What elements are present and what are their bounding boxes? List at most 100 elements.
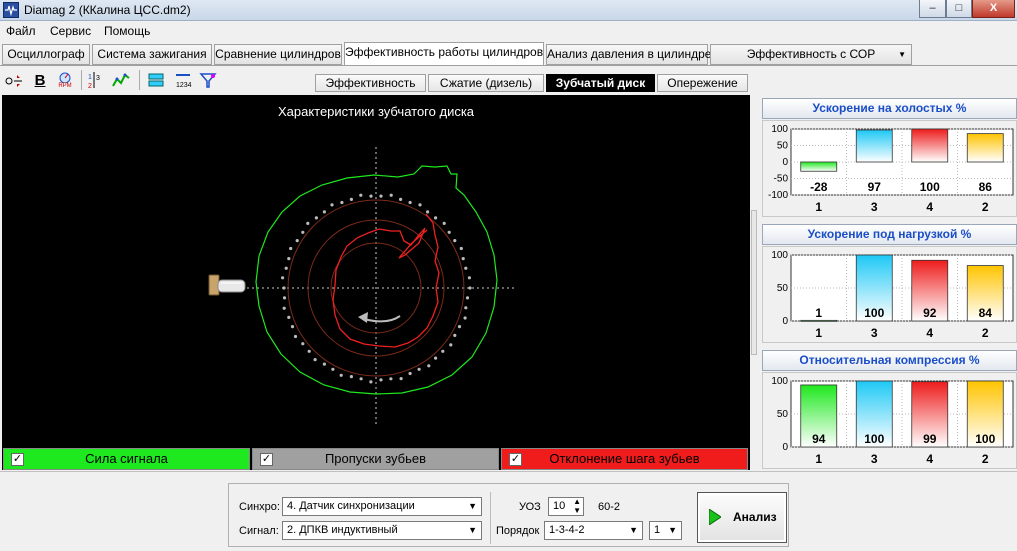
y-tick-label: -50 (774, 174, 789, 185)
compression-chart: 100 50 0 94 1 100 3 99 4 100 2 (771, 376, 1014, 466)
y-tick-label: 50 (777, 283, 789, 294)
numbering-icon[interactable]: 1234 (173, 70, 193, 90)
sort-numbers-icon[interactable]: 1 23 (86, 70, 106, 90)
tooth-gaps-checkbox[interactable]: ✓ (260, 453, 273, 466)
subtab-advance[interactable]: Опережение (657, 74, 748, 92)
tooth-dot (330, 203, 334, 207)
disk-diagram (208, 147, 517, 425)
signal-select-value: 2. ДПКВ индуктивный (287, 524, 398, 536)
tooth-dot (408, 371, 412, 376)
tooth-dot (322, 210, 326, 214)
subtab-efficiency[interactable]: Эффективность (315, 74, 426, 92)
chevron-down-icon: ▼ (668, 525, 677, 535)
tooth-dot (442, 221, 446, 225)
signal-select[interactable]: 2. ДПКВ индуктивный ▼ (282, 521, 482, 540)
legend-pitch-deviation[interactable]: ✓ Отклонение шага зубьев (501, 448, 748, 470)
minimize-button[interactable]: – (919, 0, 946, 18)
subtab-toothed-disk[interactable]: Зубчатый диск (546, 74, 655, 92)
filter-icon[interactable] (198, 70, 218, 90)
sync-label: Синхро: (239, 501, 280, 513)
y-tick-label: 0 (782, 157, 788, 168)
svg-text:1234: 1234 (176, 82, 192, 89)
tab-pressure-analysis[interactable]: Анализ давления в цилиндре (546, 44, 711, 65)
rpm-icon[interactable]: RPM (55, 70, 75, 90)
bar-value-label: 97 (868, 180, 882, 194)
cylinder-label: 3 (871, 326, 878, 340)
order-select-value: 1-3-4-2 (549, 524, 585, 536)
bar-value-label: 100 (920, 180, 940, 194)
subtab-compression[interactable]: Сжатие (дизель) (428, 74, 544, 92)
bar-value-label: 1 (815, 306, 822, 320)
tooth-dot (434, 216, 438, 220)
sync-select[interactable]: 4. Датчик синхронизации ▼ (282, 497, 482, 516)
cylinder-label: 2 (982, 200, 989, 214)
cylinder-select[interactable]: 1 ▼ (649, 521, 682, 540)
tooth-dot (301, 230, 305, 234)
tooth-dot (301, 342, 305, 346)
tooth-dot (389, 377, 393, 381)
bar-value-label: 100 (864, 432, 884, 446)
legend-tooth-gaps[interactable]: ✓ Пропуски зубьев (252, 448, 499, 470)
chevron-down-icon: ▼ (468, 525, 477, 535)
tooth-dot (379, 194, 383, 198)
svg-text:3: 3 (96, 75, 100, 82)
vertical-splitter[interactable] (751, 210, 757, 355)
panel-title-idle-accel: Ускорение на холостых % (762, 98, 1017, 119)
tooth-dot (290, 325, 295, 329)
tooth-dot (399, 197, 403, 201)
tooth-dot (465, 296, 470, 300)
tooth-dot (339, 373, 343, 377)
step-icon[interactable] (4, 70, 24, 90)
menu-bar: Файл Сервис Помощь (0, 21, 1017, 41)
network-icon[interactable] (146, 70, 166, 90)
tooth-dot (459, 246, 463, 251)
pitch-deviation-checkbox[interactable]: ✓ (509, 453, 522, 466)
menu-service[interactable]: Сервис (50, 24, 91, 38)
tooth-pitch-deviation-trace (332, 213, 440, 348)
bar-cyl-4 (911, 128, 949, 163)
tooth-dot (289, 246, 293, 251)
bar-value-label: 100 (864, 306, 884, 320)
tab-ignition[interactable]: Система зажигания (92, 44, 212, 65)
curve-icon[interactable] (111, 70, 131, 90)
menu-file[interactable]: Файл (6, 24, 36, 38)
menu-help[interactable]: Помощь (104, 24, 150, 38)
close-button[interactable]: X (972, 0, 1015, 18)
tab-cylinder-efficiency[interactable]: Эффективность работы цилиндров (344, 42, 544, 66)
order-select[interactable]: 1-3-4-2 ▼ (544, 521, 643, 540)
analyze-button[interactable]: Анализ (697, 492, 787, 543)
chevron-down-icon: ▼ (468, 501, 477, 511)
rpm-label: RPM (58, 83, 72, 89)
tooth-dot (408, 200, 412, 205)
cylinder-label: 4 (926, 326, 933, 340)
tooth-dot (461, 257, 465, 261)
tab-efficiency-sor-label: Эффективность с СОР (746, 47, 876, 61)
panel-title-load-accel: Ускорение под нагрузкой % (762, 224, 1017, 245)
y-tick-label: 100 (771, 124, 788, 135)
tab-oscilloscope[interactable]: Осциллограф (2, 44, 90, 65)
toolbar-separator-2 (139, 70, 140, 90)
maximize-button[interactable]: □ (946, 0, 972, 18)
sync-select-value: 4. Датчик синхронизации (287, 500, 415, 512)
bar-value-label: 99 (923, 432, 937, 446)
tooth-dot (282, 296, 287, 300)
rotation-direction-arrow (363, 315, 401, 323)
uoz-spinner[interactable]: 10 ▲ ▼ (548, 497, 584, 516)
tooth-dot (434, 356, 438, 360)
tooth-dot (287, 257, 291, 261)
cylinder-label: 4 (926, 452, 933, 466)
tooth-dot (307, 349, 311, 353)
tooth-dot (427, 364, 431, 368)
legend-signal-strength[interactable]: ✓ Сила сигнала (3, 448, 250, 470)
uoz-label: УОЗ (519, 501, 541, 513)
tooth-dot (284, 266, 288, 270)
tab-efficiency-sor[interactable]: Эффективность с СОР ▼ (710, 44, 912, 65)
signal-strength-checkbox[interactable]: ✓ (11, 453, 24, 466)
y-tick-label: -100 (768, 190, 788, 201)
cylinder-label: 1 (815, 452, 822, 466)
bold-icon[interactable]: B (30, 70, 50, 90)
tab-cylinder-compare[interactable]: Сравнение цилиндров (214, 44, 342, 65)
cylinder-label: 3 (871, 200, 878, 214)
spin-arrows-icon[interactable]: ▲ ▼ (573, 497, 581, 515)
tooth-dot (306, 221, 310, 225)
